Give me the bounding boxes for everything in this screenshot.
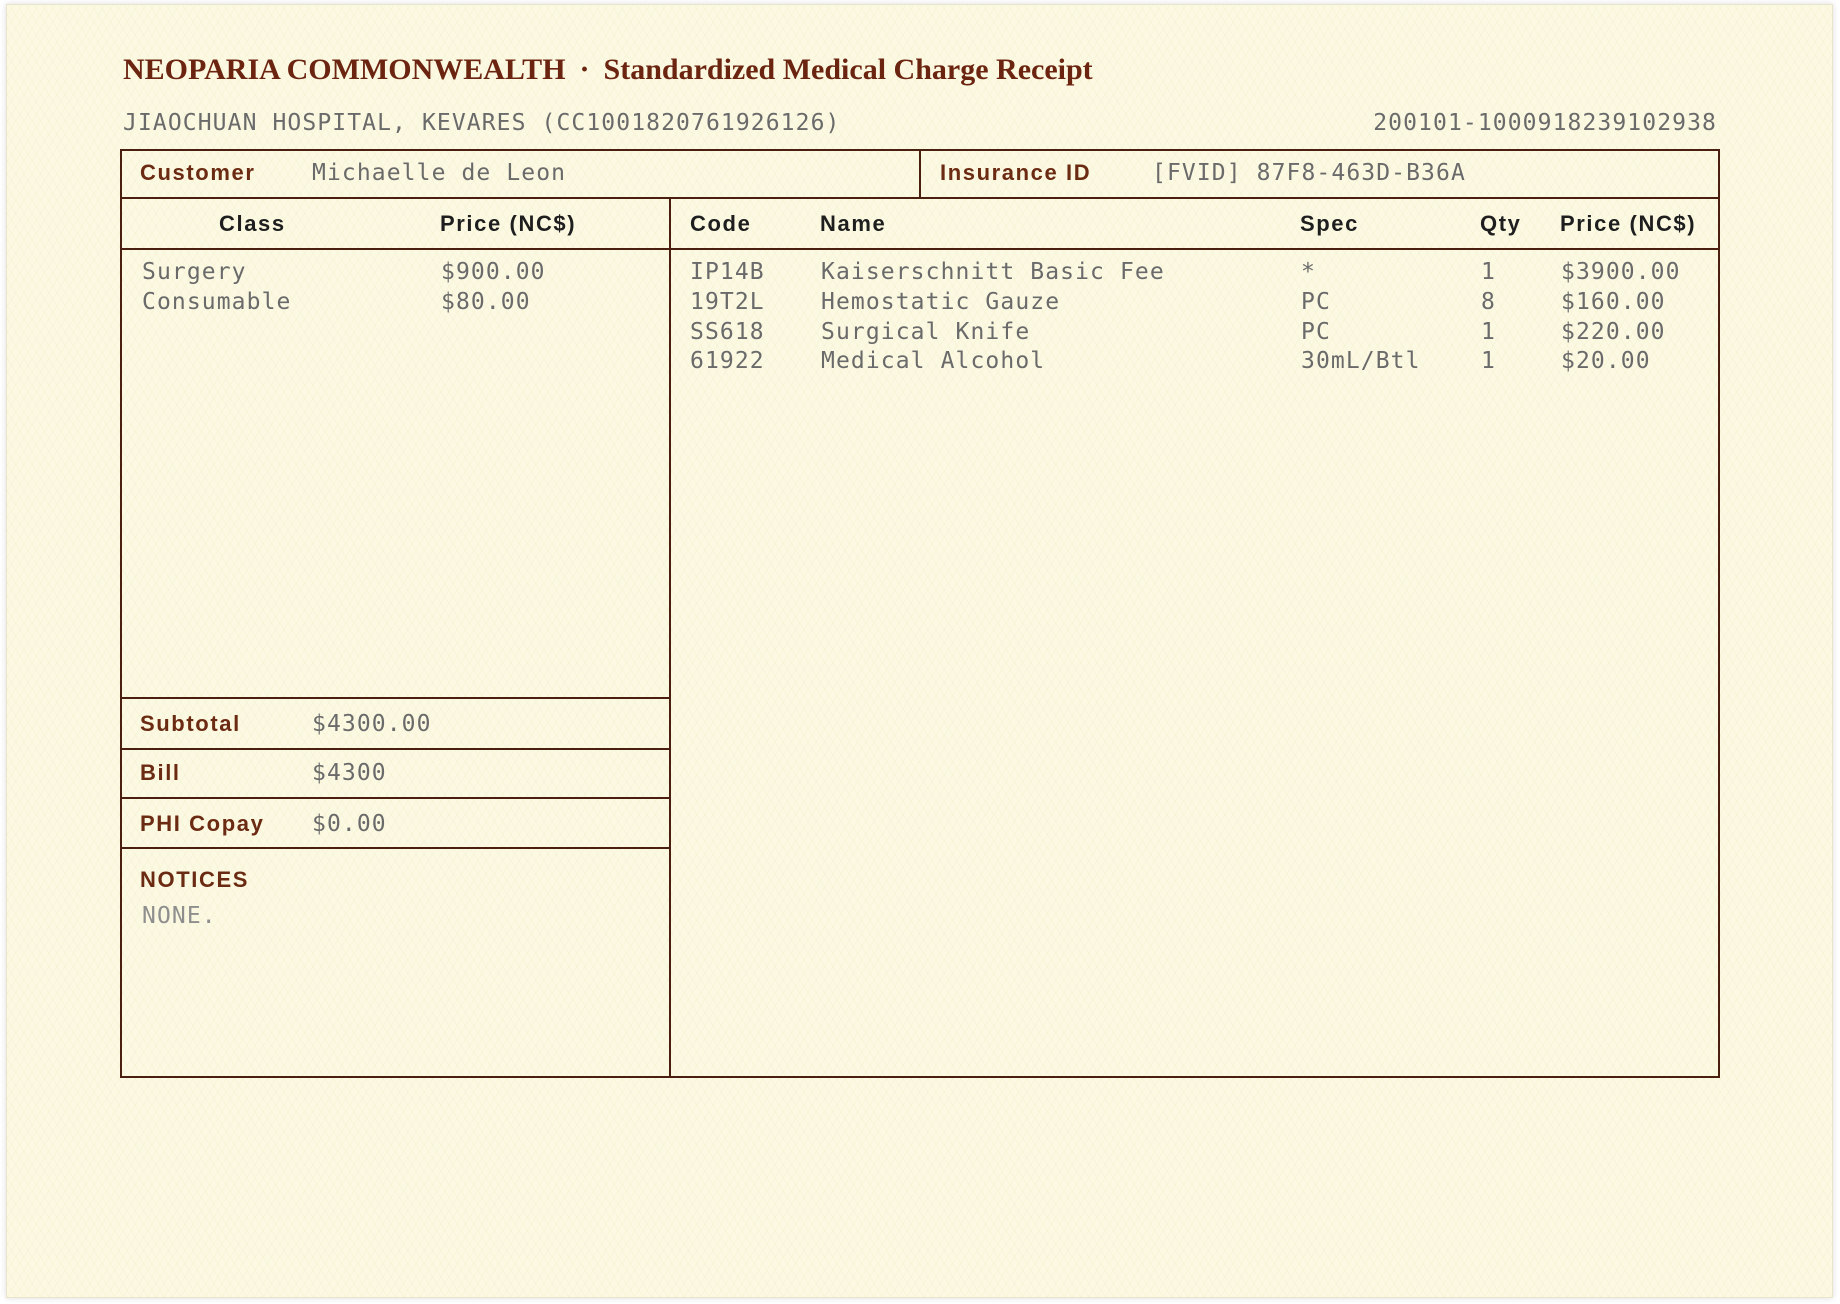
rule-under-headers: [120, 248, 1720, 250]
receipt-title: NEOPARIA COMMONWEALTH · Standardized Medic…: [123, 52, 1093, 88]
notices-label: NOTICES: [140, 867, 249, 892]
insurance-id-value: [FVID] 87F8-463D-B36A: [1152, 160, 1466, 186]
rule-above-subtotal: [120, 697, 670, 699]
item-spec: *: [1301, 259, 1316, 285]
class-name: Surgery: [142, 259, 247, 285]
title-separator: ·: [579, 53, 590, 86]
name-column-header: Name: [820, 211, 887, 236]
code-column-header: Code: [690, 211, 752, 236]
subtotal-label: Subtotal: [140, 711, 241, 736]
customer-name: Michaelle de Leon: [312, 160, 567, 186]
subtotal-value: $4300.00: [312, 711, 432, 737]
item-spec: PC: [1301, 289, 1331, 315]
hospital-name: JIAOCHUAN HOSPITAL, KEVARES (CC100182076…: [123, 110, 841, 136]
issuer-name: NEOPARIA COMMONWEALTH: [123, 53, 566, 86]
phi-copay-label: PHI Copay: [140, 811, 265, 836]
item-row: 19T2L Hemostatic Gauze PC 8 $160.00: [690, 288, 1710, 318]
qty-column-header: Qty: [1480, 211, 1522, 236]
bill-label: Bill: [140, 760, 181, 785]
item-price: $20.00: [1561, 348, 1651, 374]
class-price: $80.00: [441, 289, 531, 315]
item-code: IP14B: [690, 259, 765, 285]
insurance-id-label: Insurance ID: [940, 160, 1092, 185]
rule-above-copay: [120, 797, 670, 799]
item-row: 61922 Medical Alcohol 30mL/Btl 1 $20.00: [690, 347, 1710, 377]
class-row: Surgery $900.00: [142, 258, 662, 288]
item-price-column-header: Price (NC$): [1560, 211, 1697, 236]
item-spec: PC: [1301, 319, 1331, 345]
bill-value: $4300: [312, 760, 387, 786]
class-price-column-header: Price (NC$): [440, 211, 577, 236]
item-code: 61922: [690, 348, 765, 374]
class-row: Consumable $80.00: [142, 288, 662, 318]
receipt-number: 200101-1000918239102938: [1373, 110, 1717, 136]
customer-label: Customer: [140, 160, 256, 185]
item-spec: 30mL/Btl: [1301, 348, 1421, 374]
class-price: $900.00: [441, 259, 546, 285]
item-qty: 1: [1481, 348, 1496, 374]
rule-panel-divider: [669, 198, 671, 1078]
rule-above-notices: [120, 847, 670, 849]
item-code: 19T2L: [690, 289, 765, 315]
item-qty: 8: [1481, 289, 1496, 315]
item-name: Surgical Knife: [821, 319, 1031, 345]
class-column-header: Class: [219, 211, 286, 236]
spec-column-header: Spec: [1300, 211, 1359, 236]
item-name: Medical Alcohol: [821, 348, 1046, 374]
item-name: Kaiserschnitt Basic Fee: [821, 259, 1165, 285]
notices-text: NONE.: [142, 903, 217, 929]
item-name: Hemostatic Gauze: [821, 289, 1061, 315]
item-row: IP14B Kaiserschnitt Basic Fee * 1 $3900.…: [690, 258, 1710, 288]
item-row: SS618 Surgical Knife PC 1 $220.00: [690, 318, 1710, 348]
item-code: SS618: [690, 319, 765, 345]
item-price: $160.00: [1561, 289, 1666, 315]
item-price: $3900.00: [1561, 259, 1681, 285]
item-qty: 1: [1481, 319, 1496, 345]
class-name: Consumable: [142, 289, 292, 315]
item-qty: 1: [1481, 259, 1496, 285]
rule-customer-divider: [919, 149, 921, 198]
rule-above-bill: [120, 748, 670, 750]
document-title: Standardized Medical Charge Receipt: [603, 53, 1093, 86]
item-price: $220.00: [1561, 319, 1666, 345]
phi-copay-value: $0.00: [312, 811, 387, 837]
